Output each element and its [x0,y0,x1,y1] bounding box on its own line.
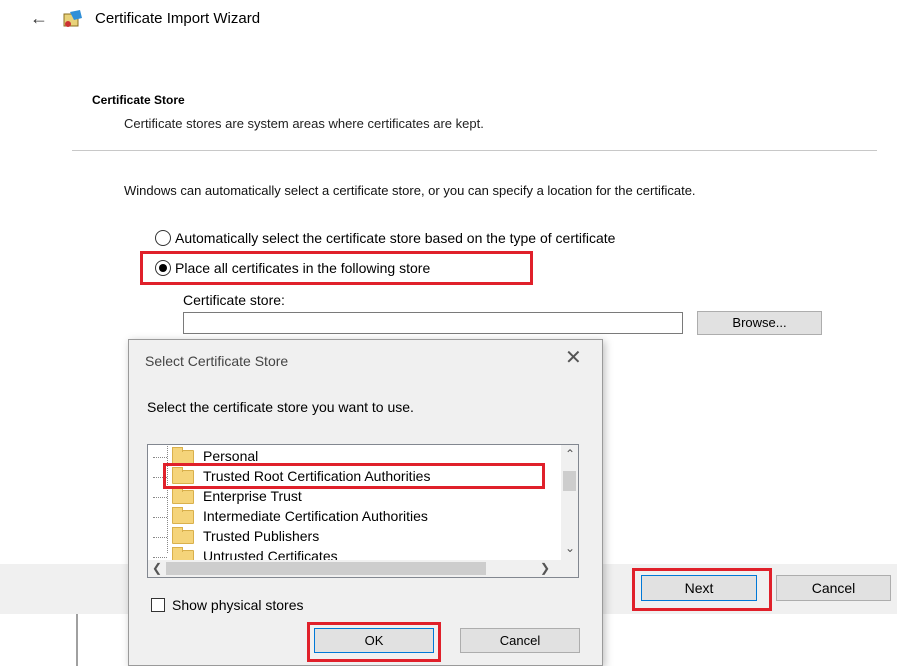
scroll-right-icon[interactable]: ❯ [540,561,550,575]
tree-item-label: Intermediate Certification Authorities [203,508,428,524]
certificate-wizard-icon [63,10,82,27]
footer-divider-line [76,614,78,666]
tree-item-label: Enterprise Trust [203,488,302,504]
folder-icon [172,507,194,524]
certificate-store-input[interactable] [183,312,683,334]
show-physical-stores-label[interactable]: Show physical stores [172,597,304,613]
browse-button[interactable]: Browse... [697,311,822,335]
next-highlight [632,568,772,611]
section-description: Certificate stores are system areas wher… [124,116,484,131]
dialog-cancel-button[interactable]: Cancel [460,628,580,653]
scroll-up-icon[interactable]: ⌃ [565,447,575,461]
tree-item-enterprise-trust[interactable]: Enterprise Trust [148,487,563,507]
folder-icon [172,487,194,504]
close-icon[interactable]: ✕ [565,348,582,368]
show-physical-stores-checkbox[interactable] [151,598,165,612]
header-divider [72,150,877,151]
dialog-title: Select Certificate Store [145,353,289,369]
intro-text: Windows can automatically select a certi… [124,183,696,198]
scroll-down-icon[interactable]: ⌄ [565,541,575,555]
vertical-scroll-thumb[interactable] [563,471,576,491]
horizontal-scroll-thumb[interactable] [166,562,486,575]
wizard-cancel-button[interactable]: Cancel [776,575,891,601]
wizard-title: Certificate Import Wizard [95,10,261,27]
horizontal-scrollbar[interactable]: ❮ ❯ [148,560,563,577]
folder-icon [172,527,194,544]
radio-place-highlight [140,251,533,285]
trusted-root-highlight [163,463,545,489]
tree-item-label: Trusted Publishers [203,528,320,544]
section-title: Certificate Store [92,93,185,107]
tree-item-trusted-publishers[interactable]: Trusted Publishers [148,527,563,547]
folder-icon [172,447,194,464]
tree-item-label: Personal [203,448,259,464]
store-label: Certificate store: [183,292,285,308]
scroll-left-icon[interactable]: ❮ [152,561,162,575]
radio-auto-select[interactable] [155,230,171,246]
tree-item-intermediate[interactable]: Intermediate Certification Authorities [148,507,563,527]
ok-highlight [307,622,441,662]
vertical-scrollbar[interactable]: ⌃ ⌄ [561,445,578,561]
radio-auto-label[interactable]: Automatically select the certificate sto… [175,230,615,246]
dialog-prompt: Select the certificate store you want to… [147,399,414,415]
back-arrow-icon[interactable]: ← [30,8,48,29]
